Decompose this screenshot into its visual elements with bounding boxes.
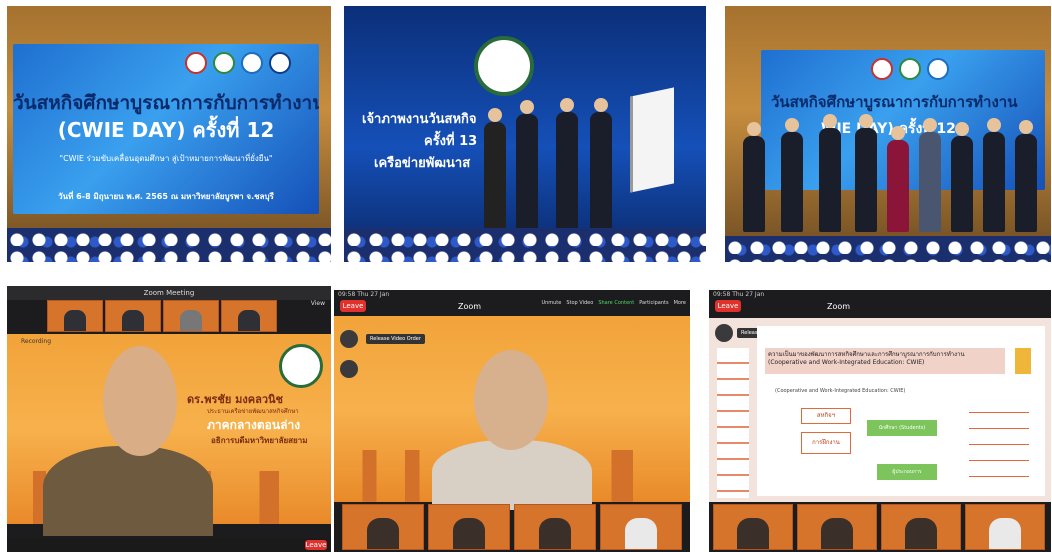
zoom-toolbar (7, 538, 331, 552)
share-content-button[interactable]: Share Content (598, 300, 634, 306)
slide-area: Release Video Order ความเป็นมาของพัฒนากา… (709, 318, 1051, 502)
stage-text-line3: เครือข่ายพัฒนาส (374, 156, 471, 171)
zoom-app-label: Zoom (458, 302, 482, 311)
region-label: ภาคกลางตอนล่าง (207, 418, 301, 432)
event-photo-banner: วันสหกิจศึกษาบูรณาการกับการทำงาน (CWIE D… (7, 6, 331, 262)
person (819, 114, 841, 232)
participant-thumbnail (881, 504, 961, 550)
flower-decoration (725, 236, 1051, 262)
leave-button[interactable]: Leave (340, 300, 366, 312)
logo-icon (871, 58, 893, 80)
stage-text-line1: เจ้าภาพงานวันสหกิจ (362, 112, 477, 127)
logo-icon (213, 52, 235, 74)
view-button[interactable]: View (311, 300, 325, 307)
diagram-node-student: นักศึกษา (Students) (867, 420, 937, 436)
leave-button[interactable]: Leave (305, 540, 327, 550)
participant-thumbnail (965, 504, 1045, 550)
more-button[interactable]: More (674, 300, 686, 306)
participant-thumbnail (600, 504, 682, 550)
sponsor-logos (185, 52, 291, 74)
participants-button[interactable]: Participants (639, 300, 668, 306)
zoom-window-tablet: 09:58 Thu 27 Jan Leave Zoom Unmute Stop … (334, 290, 690, 552)
event-photo-flag: เจ้าภาพงานวันสหกิจ ครั้งที่ 13 เครือข่าย… (344, 6, 706, 262)
participant-thumbnail (428, 504, 510, 550)
logo-icon (899, 58, 921, 80)
speaker-face (474, 350, 548, 450)
person (781, 118, 803, 232)
event-photo-group: วันสหกิจศึกษาบูรณาการกับการทำงาน WIE DAY… (725, 6, 1051, 262)
banner-subtitle: "CWIE ร่วมขับเคลื่อนอุดมศึกษา สู่เป้าหมา… (59, 154, 273, 163)
zoom-app-label: Zoom (827, 302, 851, 311)
logo-icon (927, 58, 949, 80)
speaker-video (432, 440, 592, 510)
diagram-node-side: ผู้ประกอบการ (877, 464, 937, 480)
logo-icon (241, 52, 263, 74)
event-banner-screen: วันสหกิจศึกษาบูรณาการกับการทำงาน (CWIE D… (13, 44, 319, 214)
person (887, 126, 909, 232)
camera-icon[interactable] (715, 324, 733, 342)
logo-icon (269, 52, 291, 74)
banner-title: วันสหกิจศึกษาบูรณาการกับการทำงาน (771, 93, 1018, 111)
person (516, 100, 538, 232)
slide-subtitle: (Cooperative and Work-Integrated Educati… (775, 388, 906, 394)
slide-heading: ความเป็นมาของพัฒนาการสหกิจศึกษาและการศึก… (765, 348, 1005, 374)
sponsor-logos (871, 58, 949, 80)
grid-icon[interactable] (340, 360, 358, 378)
banner-date: วันที่ 6-8 มิถุนายน พ.ศ. 2565 ณ มหาวิทยา… (58, 192, 274, 201)
banner-title-line2: (CWIE DAY) ครั้งที่ 12 (57, 118, 275, 142)
logo-icon (185, 52, 207, 74)
participant-thumbnail (514, 504, 596, 550)
stop-video-button[interactable]: Stop Video (566, 300, 593, 306)
flower-decoration (7, 228, 331, 262)
recording-indicator: Recording (21, 338, 52, 345)
emblem-icon (279, 344, 323, 388)
participant-thumbnail (713, 504, 793, 550)
participant-thumbnail (797, 504, 877, 550)
speaker-video (43, 446, 213, 536)
person (556, 98, 578, 232)
participant-thumbnail (47, 300, 103, 332)
slide-thumbnails (717, 348, 749, 498)
participant-thumbnail (221, 300, 277, 332)
zoom-controls: Unmute Stop Video Share Content Particip… (541, 300, 686, 306)
participant-thumbnail (163, 300, 219, 332)
slide-number-badge (1015, 348, 1031, 374)
person (743, 122, 765, 232)
stage-text-line2: ครั้งที่ 13 (424, 134, 478, 149)
slide: ความเป็นมาของพัฒนาการสหกิจศึกษาและการศึก… (757, 326, 1045, 496)
diagram-node-sub: การฝึกงาน (801, 432, 851, 454)
zoom-titlebar: Zoom Meeting (7, 286, 331, 300)
unmute-button[interactable]: Unmute (541, 300, 561, 306)
participant-thumbnail (105, 300, 161, 332)
speaker-face (103, 346, 177, 456)
flower-decoration (344, 228, 706, 262)
zoom-window-slides: 09:58 Thu 27 Jan Leave Zoom Release Vide… (709, 290, 1051, 552)
org-label: อธิการบดีมหาวิทยาลัยสยาม (211, 436, 308, 445)
diagram-node-main: สหกิจฯ (801, 408, 851, 424)
person (951, 122, 973, 232)
emblem-icon (474, 36, 534, 96)
status-bar: 09:58 Thu 27 Jan (338, 291, 390, 298)
camera-icon[interactable] (340, 330, 358, 348)
participant-thumbnail (342, 504, 424, 550)
person (855, 114, 877, 232)
person (919, 118, 941, 232)
release-video-order[interactable]: Release Video Order (366, 334, 425, 344)
status-bar: 09:58 Thu 27 Jan (713, 291, 765, 298)
person (983, 118, 1005, 232)
speaker-role: ประธานเครือข่ายพัฒนาสหกิจศึกษา (207, 408, 299, 415)
leave-button[interactable]: Leave (715, 300, 741, 312)
person (590, 98, 612, 232)
person (1015, 120, 1037, 232)
diagram-leaves (969, 408, 1029, 488)
person (484, 108, 506, 232)
zoom-window-desktop: Zoom Meeting View Recording ดร.พรชัย มงค… (7, 286, 331, 552)
flag-icon (630, 87, 674, 193)
